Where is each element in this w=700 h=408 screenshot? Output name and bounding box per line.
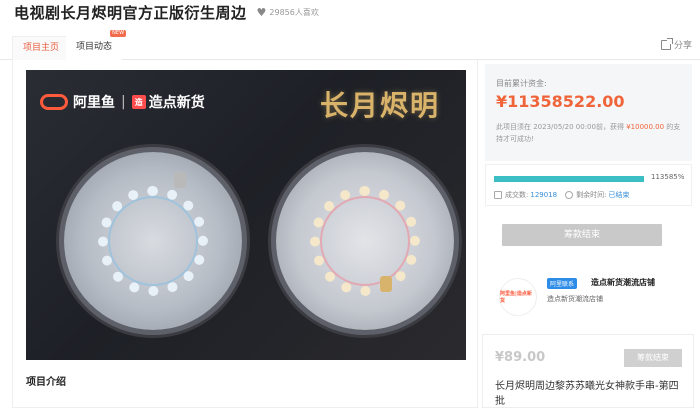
heart-icon: ♥ bbox=[256, 5, 267, 19]
funding-ended-button[interactable]: 筹款结束 bbox=[502, 224, 662, 246]
shop-subtitle: 造点新货潮流店铺 bbox=[547, 295, 603, 303]
shop-contact-badge[interactable]: 阿里联系 bbox=[547, 278, 578, 289]
funding-amount: ¥11358522.00 bbox=[496, 92, 625, 111]
funding-summary: 目前累计资金: ¥11358522.00 此项目须在 2023/05/20 00… bbox=[485, 64, 692, 161]
tab-project-home[interactable]: 项目主页 bbox=[12, 36, 71, 60]
alibaba-fish-logo-icon bbox=[40, 94, 68, 110]
progress-bar-fill bbox=[494, 176, 644, 182]
funding-note-prefix: 此项目须在 2023/05/20 00:00前，获得 bbox=[496, 123, 624, 131]
charm-right bbox=[380, 276, 392, 292]
orders-value: 129018 bbox=[530, 191, 558, 199]
tab-label: 项目动态 bbox=[76, 42, 113, 52]
page-title: 电视剧长月烬明官方正版衍生周边 bbox=[14, 3, 247, 22]
bracelet-plate-left bbox=[64, 152, 242, 330]
shop-logo-text: 阿里鱼|造点新货 bbox=[500, 291, 532, 304]
funding-note: 此项目须在 2023/05/20 00:00前，获得 ¥10000.00 的支持… bbox=[496, 121, 686, 145]
partner-name: 造点新货 bbox=[148, 95, 205, 111]
tier-product-name: 长月烬明周边黎苏苏曦光女神款手串-第四批 bbox=[495, 381, 679, 407]
tier-price: ¥89.00 bbox=[495, 350, 546, 365]
tab-project-updates[interactable]: 项目动态 NEW bbox=[66, 30, 127, 60]
progress-panel: 113585% 成交数: 129018 剩余时间: 已结束 bbox=[485, 164, 692, 206]
like-count: 29856人喜欢 bbox=[269, 7, 319, 17]
time-label: 剩余时间: bbox=[576, 191, 607, 199]
brand-separator: | bbox=[121, 94, 126, 110]
brand-name: 阿里鱼 bbox=[73, 95, 115, 111]
progress-bar bbox=[494, 176, 644, 182]
clock-icon bbox=[565, 191, 574, 199]
share-button[interactable]: 分享 bbox=[660, 37, 692, 51]
bracelet-plate-right bbox=[276, 152, 454, 330]
tier-ended-button[interactable]: 筹款结束 bbox=[624, 349, 682, 367]
shop-avatar[interactable]: 阿里鱼|造点新货 bbox=[499, 278, 537, 316]
shop-card[interactable]: 阿里鱼|造点新货 阿里联系 造点新货潮流店铺 造点新货潮流店铺 bbox=[485, 266, 692, 324]
progress-stats: 成交数: 129018 剩余时间: 已结束 bbox=[494, 190, 629, 200]
reward-tier-card: ¥89.00 筹款结束 长月烬明周边黎苏苏曦光女神款手串-第四批 bbox=[482, 334, 694, 408]
page-header: 电视剧长月烬明官方正版衍生周边 ♥ 29856人喜欢 bbox=[14, 0, 319, 24]
funding-label: 目前累计资金: bbox=[496, 79, 547, 88]
share-label: 分享 bbox=[673, 41, 692, 51]
progress-percent: 113585% bbox=[651, 173, 685, 181]
bracelet-right bbox=[310, 186, 420, 296]
brand-bar: 阿里鱼 | 造 造点新货 bbox=[40, 92, 205, 112]
bracelet-left bbox=[98, 186, 208, 296]
shop-name[interactable]: 造点新货潮流店铺 bbox=[591, 277, 655, 288]
orders-icon bbox=[494, 191, 502, 199]
zaodian-logo-icon: 造 bbox=[131, 95, 146, 109]
project-banner-image: 阿里鱼 | 造 造点新货 长月烬明 bbox=[26, 70, 466, 360]
orders-label: 成交数: bbox=[505, 191, 529, 199]
show-title-calligraphy: 长月烬明 bbox=[319, 89, 440, 122]
section-title-intro: 项目介绍 bbox=[26, 377, 66, 388]
funding-target: ¥10000.00 bbox=[626, 123, 665, 131]
new-badge: NEW bbox=[110, 30, 127, 37]
share-icon bbox=[660, 37, 673, 50]
tab-bar: 项目主页 项目动态 NEW bbox=[0, 30, 700, 60]
main-content: 阿里鱼 | 造 造点新货 长月烬明 项目介绍 bbox=[12, 60, 478, 408]
like-button[interactable]: ♥ 29856人喜欢 bbox=[257, 6, 319, 19]
time-value: 已结束 bbox=[608, 191, 630, 199]
charm-left bbox=[174, 172, 186, 188]
